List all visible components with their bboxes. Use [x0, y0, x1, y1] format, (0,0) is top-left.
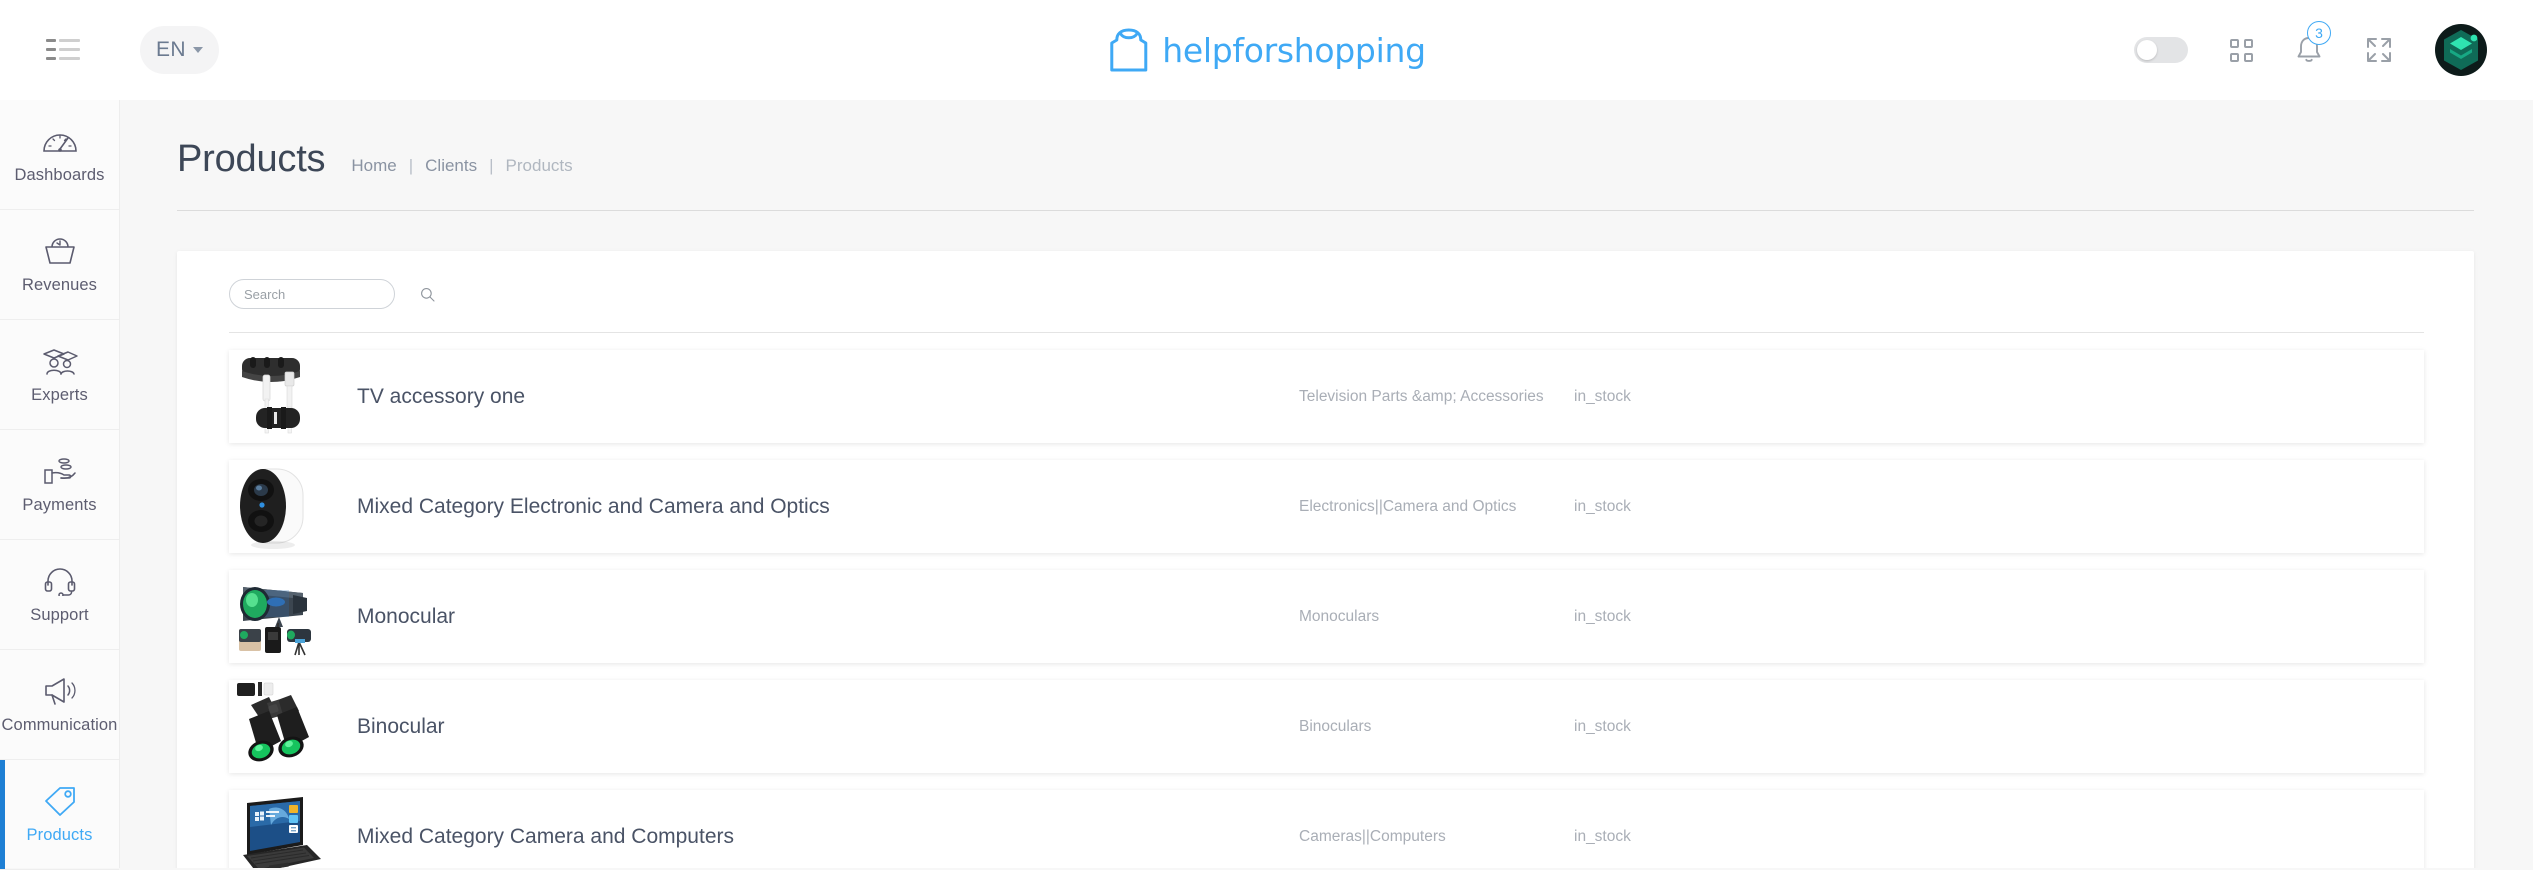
- product-stock-status: in_stock: [1574, 608, 1631, 626]
- top-bar: EN helpforshopping 3: [0, 0, 2533, 100]
- theme-toggle[interactable]: [2134, 37, 2188, 63]
- product-category: Monoculars: [1299, 608, 1379, 626]
- toggle-knob: [2137, 40, 2157, 60]
- notification-count-badge: 3: [2307, 21, 2331, 45]
- product-stock-status: in_stock: [1574, 718, 1631, 736]
- graduates-icon: [40, 344, 80, 378]
- expand-fullscreen-icon[interactable]: [2365, 36, 2393, 64]
- product-category: Binoculars: [1299, 718, 1371, 736]
- speedometer-icon: [40, 124, 80, 158]
- table-row[interactable]: Mixed Category Electronic and Camera and…: [229, 460, 2424, 553]
- table-row[interactable]: TV accessory one Television Parts &amp; …: [229, 350, 2424, 443]
- breadcrumb-separator: |: [489, 156, 493, 176]
- sidebar-item-revenues[interactable]: Revenues: [0, 210, 119, 320]
- sidebar-label-products: Products: [27, 826, 93, 845]
- products-card: TV accessory one Television Parts &amp; …: [177, 251, 2474, 868]
- language-label: EN: [156, 38, 186, 62]
- breadcrumb-products: Products: [506, 156, 573, 176]
- product-stock-status: in_stock: [1574, 388, 1631, 406]
- page-header: Products Home | Clients | Products: [120, 100, 2533, 181]
- top-bar-actions: 3: [2134, 0, 2503, 100]
- hamburger-menu-icon[interactable]: [46, 39, 80, 61]
- product-name: Mixed Category Camera and Computers: [357, 825, 734, 849]
- product-name: TV accessory one: [357, 385, 525, 409]
- cable-organizer-thumbnail: [229, 345, 333, 449]
- sidebar-label-support: Support: [30, 606, 89, 625]
- sidebar-item-experts[interactable]: Experts: [0, 320, 119, 430]
- app-logo[interactable]: helpforshopping: [1107, 27, 1425, 73]
- breadcrumb: Home | Clients | Products: [351, 156, 572, 176]
- search-icon[interactable]: [420, 287, 435, 302]
- language-selector[interactable]: EN: [140, 26, 219, 74]
- search-box[interactable]: [229, 279, 395, 309]
- sidebar-label-communication: Communication: [2, 716, 118, 735]
- price-tag-icon: [40, 784, 80, 818]
- sidebar-item-communication[interactable]: Communication: [0, 650, 119, 760]
- laptop-thumbnail: [229, 785, 333, 869]
- sidebar: Dashboards Revenues Experts: [0, 100, 120, 868]
- security-camera-thumbnail: [229, 455, 333, 559]
- megaphone-icon: [40, 674, 80, 708]
- product-category: Cameras||Computers: [1299, 828, 1446, 846]
- product-category: Electronics||Camera and Optics: [1299, 498, 1516, 516]
- revenue-basket-icon: [40, 234, 80, 268]
- breadcrumb-home[interactable]: Home: [351, 156, 396, 176]
- search-input[interactable]: [244, 287, 420, 302]
- sidebar-item-payments[interactable]: Payments: [0, 430, 119, 540]
- table-row[interactable]: Binocular Binoculars in_stock: [229, 680, 2424, 773]
- sidebar-item-support[interactable]: Support: [0, 540, 119, 650]
- product-name: Monocular: [357, 605, 455, 629]
- shopping-bag-icon: [1107, 27, 1149, 73]
- sidebar-label-experts: Experts: [31, 386, 88, 405]
- monocular-thumbnail: [229, 565, 333, 669]
- product-category: Television Parts &amp; Accessories: [1299, 388, 1544, 406]
- layers-hexagon-icon: [2441, 28, 2481, 72]
- hand-coins-icon: [40, 454, 80, 488]
- header-divider: [177, 210, 2474, 211]
- breadcrumb-clients[interactable]: Clients: [425, 156, 477, 176]
- sidebar-item-dashboards[interactable]: Dashboards: [0, 100, 119, 210]
- sidebar-label-dashboards: Dashboards: [15, 166, 105, 185]
- product-name: Binocular: [357, 715, 445, 739]
- main-content: Products Home | Clients | Products: [120, 100, 2533, 868]
- table-row[interactable]: Monocular Monoculars in_stock: [229, 570, 2424, 663]
- breadcrumb-separator: |: [409, 156, 413, 176]
- notifications-button[interactable]: 3: [2295, 34, 2323, 66]
- sidebar-label-revenues: Revenues: [22, 276, 97, 295]
- products-list: TV accessory one Television Parts &amp; …: [177, 333, 2474, 868]
- sidebar-label-payments: Payments: [22, 496, 96, 515]
- product-name: Mixed Category Electronic and Camera and…: [357, 495, 830, 519]
- user-avatar[interactable]: [2435, 24, 2487, 76]
- logo-text: helpforshopping: [1162, 31, 1425, 70]
- headset-icon: [40, 564, 80, 598]
- sidebar-item-products[interactable]: Products: [0, 760, 119, 870]
- page-title: Products: [177, 138, 325, 181]
- table-row[interactable]: Mixed Category Camera and Computers Came…: [229, 790, 2424, 868]
- product-stock-status: in_stock: [1574, 498, 1631, 516]
- chevron-down-icon: [193, 47, 203, 53]
- product-stock-status: in_stock: [1574, 828, 1631, 846]
- binocular-thumbnail: [229, 675, 333, 779]
- grid-apps-icon[interactable]: [2230, 39, 2253, 62]
- search-row: [177, 279, 2474, 309]
